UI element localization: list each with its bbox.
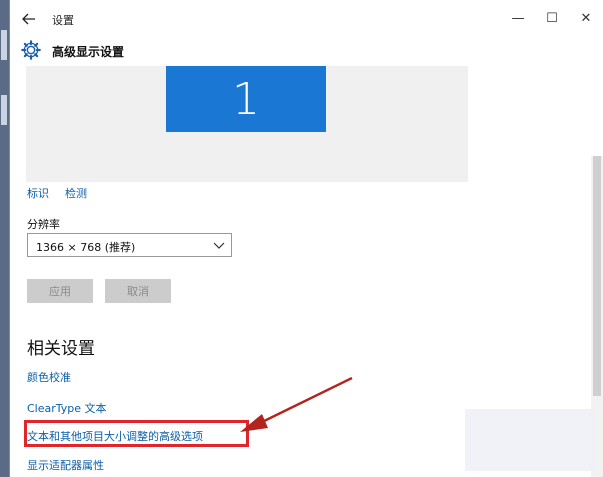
- gear-icon: [21, 40, 41, 60]
- identify-detect-links: 标识 检测: [27, 185, 87, 201]
- chevron-down-icon: [213, 242, 225, 249]
- resolution-label: 分辨率: [27, 218, 60, 231]
- window-controls: — ☐ ✕: [501, 0, 603, 36]
- cleartype-link[interactable]: ClearType 文本: [27, 400, 107, 416]
- resolution-dropdown[interactable]: 1366 × 768 (推荐): [27, 233, 232, 257]
- title-bar: 设置 — ☐ ✕: [10, 0, 603, 36]
- back-button[interactable]: [18, 8, 40, 30]
- scrollbar-thumb[interactable]: [593, 156, 601, 396]
- close-button[interactable]: ✕: [569, 0, 603, 36]
- minimize-button[interactable]: —: [501, 0, 535, 36]
- resolution-value: 1366 × 768 (推荐): [36, 241, 136, 254]
- display-adapter-properties-link[interactable]: 显示适配器属性: [27, 457, 104, 473]
- arrow-left-icon: [22, 13, 35, 25]
- cancel-button[interactable]: 取消: [105, 279, 171, 303]
- page-header: 高级显示设置: [10, 36, 603, 66]
- page-title: 高级显示设置: [52, 45, 125, 59]
- desktop-background: [0, 0, 9, 477]
- related-settings-heading: 相关设置: [27, 339, 95, 359]
- color-calibration-link[interactable]: 颜色校准: [27, 369, 71, 385]
- apply-button[interactable]: 应用: [27, 279, 93, 303]
- watermark-overlay: [465, 409, 595, 471]
- desktop-icon: [1, 30, 7, 60]
- app-title: 设置: [52, 14, 74, 27]
- maximize-button[interactable]: ☐: [535, 0, 569, 36]
- monitor-tile[interactable]: 1: [166, 66, 326, 132]
- display-preview: 1: [26, 66, 468, 182]
- identify-link[interactable]: 标识: [27, 185, 49, 201]
- detect-link[interactable]: 检测: [65, 185, 87, 201]
- action-buttons: 应用 取消: [27, 279, 171, 303]
- desktop-icon: [1, 95, 7, 125]
- monitor-number: 1: [232, 73, 260, 125]
- highlight-box: [24, 420, 249, 447]
- settings-window: 设置 — ☐ ✕ 高级显示设置 1 标识 检测 分辨率 1366 × 768 (…: [9, 0, 603, 477]
